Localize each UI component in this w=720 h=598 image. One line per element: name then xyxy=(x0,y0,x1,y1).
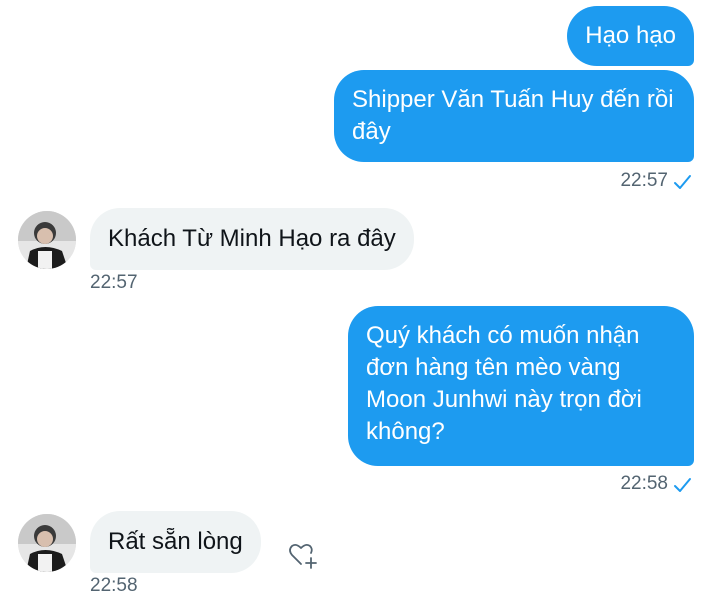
avatar-image xyxy=(18,211,76,269)
message-timestamp: 22:57 xyxy=(620,170,668,191)
outgoing-message-bubble[interactable]: Quý khách có muốn nhận đơn hàng tên mèo … xyxy=(348,306,694,466)
outgoing-message-bubble[interactable]: Hạo hạo xyxy=(567,6,694,66)
message-text: Rất sẵn lòng xyxy=(108,528,243,555)
message-text: Khách Từ Minh Hạo ra đây xyxy=(108,225,396,252)
user-avatar[interactable] xyxy=(18,211,76,269)
add-reaction-heart-icon[interactable] xyxy=(286,538,320,572)
message-text: Hạo hạo xyxy=(585,22,676,49)
user-avatar[interactable] xyxy=(18,514,76,572)
outgoing-message-bubble[interactable]: Shipper Văn Tuấn Huy đến rồi đây xyxy=(334,70,694,162)
incoming-message-bubble[interactable]: Khách Từ Minh Hạo ra đây xyxy=(90,208,414,270)
incoming-message-bubble[interactable]: Rất sẵn lòng xyxy=(90,511,261,573)
message-timestamp: 22:58 xyxy=(620,473,668,494)
check-icon xyxy=(674,175,691,189)
check-icon xyxy=(674,478,691,492)
message-text: Shipper Văn Tuấn Huy đến rồi đây xyxy=(352,86,674,145)
message-timestamp: 22:58 xyxy=(90,575,138,596)
message-text: Quý khách có muốn nhận đơn hàng tên mèo … xyxy=(366,322,642,445)
message-timestamp: 22:57 xyxy=(90,272,138,293)
avatar-image xyxy=(18,514,76,572)
